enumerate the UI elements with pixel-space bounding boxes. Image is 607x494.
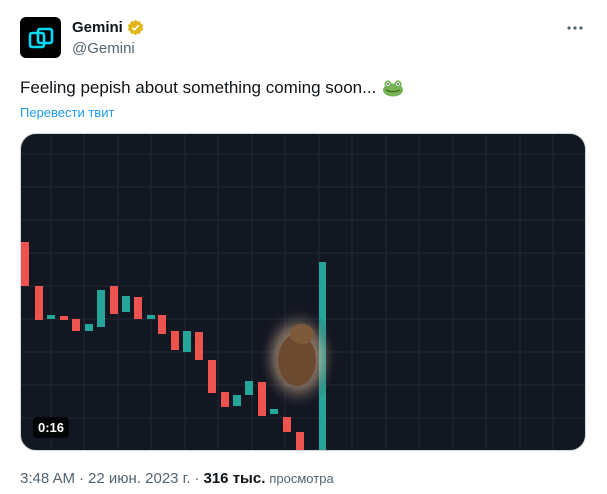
avatar[interactable] (20, 17, 61, 58)
author-handle[interactable]: @Gemini (72, 40, 135, 57)
candlestick-video-frame (21, 134, 585, 450)
creature-head (290, 324, 314, 344)
tweet-time[interactable]: 3:48 AM (20, 470, 75, 487)
meta-separator: · (194, 470, 200, 487)
author-name-row: Gemini (72, 19, 144, 36)
author-display-name[interactable]: Gemini (72, 19, 123, 36)
candlestick-bar (245, 381, 253, 395)
frog-face-emoji-icon (382, 79, 404, 97)
candlestick-bar (60, 316, 68, 320)
candlestick-bar (183, 331, 191, 352)
views-label: просмотра (269, 471, 334, 486)
candlestick-bar (296, 432, 304, 450)
candlestick-bar (195, 332, 203, 360)
candlestick-bar (134, 297, 142, 319)
tweet-text: Feeling pepish about something coming so… (20, 78, 404, 98)
gemini-logo-icon (28, 27, 53, 48)
candlestick-bar (158, 315, 166, 334)
candlestick-bar (47, 315, 55, 319)
tweet-text-body: Feeling pepish about something coming so… (20, 78, 377, 97)
tweet-date[interactable]: 22 июн. 2023 г. (88, 470, 190, 487)
tweet-card: Gemini @Gemini Feeling pepish about some… (0, 0, 607, 494)
translate-tweet-link[interactable]: Перевести твит (20, 105, 114, 120)
more-options-icon[interactable] (565, 18, 585, 38)
candlestick-bar (283, 417, 291, 432)
meta-separator: · (79, 470, 85, 487)
candlestick-bar (35, 286, 43, 320)
candlestick-bar (258, 382, 266, 416)
candlestick-bar (208, 360, 216, 393)
candlestick-bar (122, 296, 130, 312)
tweet-meta: 3:48 AM · 22 июн. 2023 г. · 316 тыс. про… (20, 470, 334, 487)
views-count[interactable]: 316 тыс. (204, 470, 266, 487)
candlestick-bar (110, 286, 118, 314)
candlestick-bar (21, 242, 29, 286)
candlestick-bar (85, 324, 93, 331)
candlestick-bar (72, 319, 80, 331)
verified-badge-icon[interactable] (127, 19, 144, 36)
candlestick-bar (233, 395, 241, 406)
video-player[interactable]: 0:16 (20, 133, 586, 451)
candlestick-bar (147, 315, 155, 319)
candlestick-bar (97, 290, 105, 327)
candlestick-bar (270, 409, 278, 414)
video-duration-badge: 0:16 (33, 417, 70, 438)
candlestick-bar (171, 331, 179, 350)
candlestick-bar (221, 392, 229, 407)
